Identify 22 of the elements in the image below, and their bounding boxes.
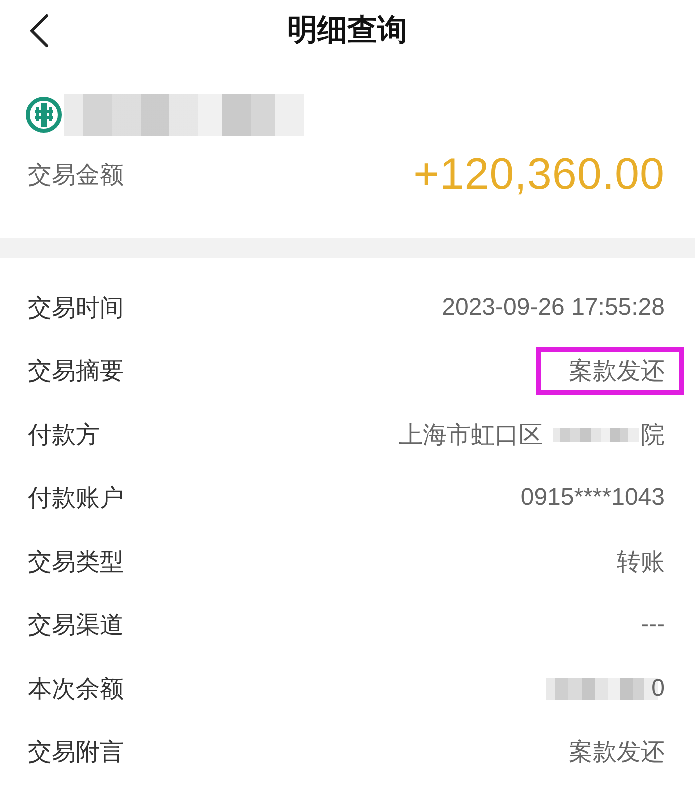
field-value: ---: [641, 611, 665, 640]
amount-value: +120,360.00: [414, 150, 665, 200]
field-label: 付款方: [28, 420, 100, 451]
field-label: 付款账户: [28, 484, 124, 514]
field-value: 案款发还: [569, 738, 665, 768]
field-value: 院: [641, 420, 665, 451]
round-emblem-icon: [26, 97, 62, 133]
field-value: 0: [652, 674, 665, 703]
field-label: 交易渠道: [28, 611, 124, 642]
highlighted-value: 案款发还: [536, 347, 684, 396]
field-value: 上海市虹口区: [399, 420, 543, 451]
amount-label: 交易金额: [27, 161, 124, 191]
back-icon: [29, 14, 49, 48]
field-label: 交易摘要: [28, 357, 124, 388]
field-label: 本次余额: [28, 674, 124, 705]
field-value: 转账: [617, 548, 665, 578]
field-value: 2023-09-26 17:55:28: [442, 294, 665, 322]
field-label: 交易附言: [28, 738, 124, 768]
page-title: 明细查询: [288, 13, 408, 49]
field-label: 交易时间: [28, 294, 124, 324]
field-label: 交易类型: [28, 548, 124, 578]
field-value: 0915****1043: [520, 484, 665, 512]
